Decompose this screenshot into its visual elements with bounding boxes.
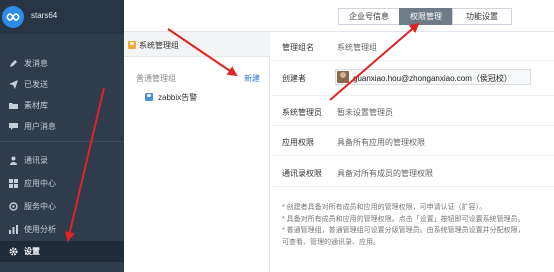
note-line: * 创建者具备对所有成员和应用的管理权限，可申请认证（扩容）。 xyxy=(282,204,487,211)
system-admin-label: 系统管理员 xyxy=(282,108,322,117)
system-group-label: 系统管理组 xyxy=(139,41,179,50)
system-admin-value: 暂未设置管理员 xyxy=(337,108,393,117)
gear-icon xyxy=(9,247,18,256)
sidebar-item-label: 已发送 xyxy=(24,80,48,89)
sidebar-item[interactable]: 通讯录 xyxy=(0,150,124,171)
pencil-icon xyxy=(9,59,18,68)
contacts-permission-label: 通讯录权限 xyxy=(282,169,322,178)
send-icon xyxy=(9,80,18,89)
sidebar-header: stars64 xyxy=(0,0,124,34)
chart-icon xyxy=(9,225,18,234)
creator-label: 创建者 xyxy=(282,74,306,83)
sidebar-item-label: 设置 xyxy=(24,247,40,256)
group-name-row: 管理组名 系统管理组 xyxy=(271,32,554,61)
system-group-item[interactable]: 系统管理组 xyxy=(124,32,270,57)
sidebar-item[interactable]: 已发送 xyxy=(0,74,124,95)
group-name-label: 管理组名 xyxy=(282,43,314,52)
sidebar-item-label: 发消息 xyxy=(24,59,48,68)
admin-user-icon xyxy=(128,41,136,49)
sidebar-item-label: 服务中心 xyxy=(24,202,56,211)
grid-icon xyxy=(9,179,18,188)
sidebar-item[interactable]: 发消息 xyxy=(0,53,124,74)
tab-feature-settings[interactable]: 功能设置 xyxy=(452,8,512,25)
sidebar-item[interactable]: 用户消息 xyxy=(0,116,124,137)
sidebar: stars64 发消息已发送素材库用户消息通讯录应用中心服务中心使用分析设置 xyxy=(0,0,124,272)
group-icon xyxy=(145,93,153,101)
normal-group-heading: 普通管理组 xyxy=(136,74,176,83)
contacts-permission-row: 通讯录权限 具备对所有成员的管理权限 xyxy=(271,156,554,187)
sidebar-item-label: 使用分析 xyxy=(24,225,56,234)
sidebar-item[interactable]: 素材库 xyxy=(0,95,124,116)
role-list-item[interactable]: zabbix告警 xyxy=(124,89,270,105)
org-name: stars64 xyxy=(31,11,58,20)
top-tab-bar: 企业号信息 权限管理 功能设置 xyxy=(124,0,554,32)
app-permission-row: 应用权限 具备所有应用的管理权限 xyxy=(271,126,554,156)
role-group-panel: 系统管理组 普通管理组 新建 zabbix告警 xyxy=(124,32,270,272)
group-details: 管理组名 系统管理组 创建者 guanxiao.hou@zhonganxiao.… xyxy=(271,32,554,272)
contacts-permission-value: 具备对所有成员的管理权限 xyxy=(337,169,433,178)
sidebar-divider xyxy=(0,141,124,142)
note-line: * 普通管理组，普通管理组可设置分级管理员。由系统管理员设置并分配权限， xyxy=(282,227,525,234)
app-permission-value: 具备所有应用的管理权限 xyxy=(337,138,425,147)
service-icon xyxy=(9,202,18,211)
sidebar-item-label: 素材库 xyxy=(24,101,48,110)
tab-company-info[interactable]: 企业号信息 xyxy=(338,8,400,25)
sidebar-item-label: 应用中心 xyxy=(24,179,56,188)
user-icon xyxy=(9,156,18,165)
sidebar-item[interactable]: 使用分析 xyxy=(0,219,124,240)
folder-icon xyxy=(9,101,18,110)
sidebar-item[interactable]: 服务中心 xyxy=(0,196,124,217)
sidebar-item[interactable]: 设置 xyxy=(0,241,124,262)
note-line: * 具备对所有成员和应用的管理权限。点击「设置」按钮即可设置系统管理员。 xyxy=(282,215,525,223)
note-line: 可查看、管理的通讯录、应用。 xyxy=(282,238,380,246)
system-admin-row: 系统管理员 暂未设置管理员 xyxy=(271,96,554,126)
role-list-item-label: zabbix告警 xyxy=(158,93,198,102)
creator-field: guanxiao.hou@zhonganxiao.com（侯冠校） xyxy=(335,69,531,85)
app-permission-label: 应用权限 xyxy=(282,138,314,147)
sidebar-item[interactable]: 应用中心 xyxy=(0,173,124,194)
org-logo-icon xyxy=(2,6,24,28)
chat-icon xyxy=(9,122,18,131)
permission-notes: * 创建者具备对所有成员和应用的管理权限，可申请认证（扩容）。 * 具备对所有成… xyxy=(282,202,554,248)
sidebar-item-label: 用户消息 xyxy=(24,122,56,131)
tab-permission-management[interactable]: 权限管理 xyxy=(399,8,453,25)
avatar xyxy=(337,71,349,83)
sidebar-item-label: 通讯录 xyxy=(24,156,48,165)
group-name-value: 系统管理组 xyxy=(337,43,377,52)
creator-value: guanxiao.hou@zhonganxiao.com（侯冠校） xyxy=(353,74,512,83)
new-group-button[interactable]: 新建 xyxy=(244,73,260,84)
